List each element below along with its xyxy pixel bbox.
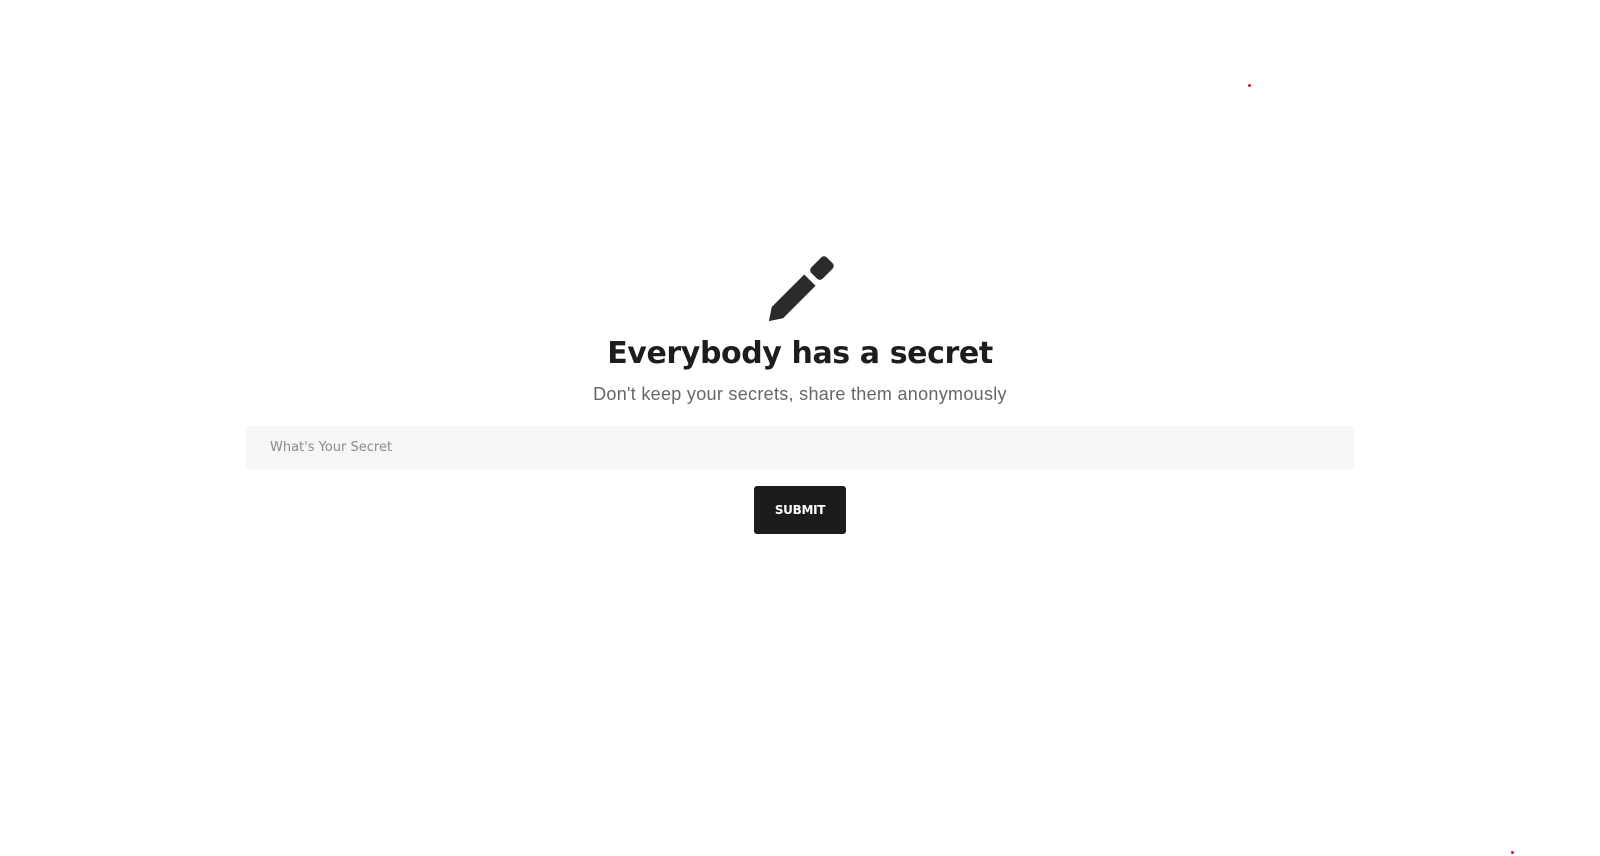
page-subtitle: Don't keep your secrets, share them anon… <box>593 384 1007 404</box>
submit-button[interactable]: SUBMIT <box>754 486 846 534</box>
pencil-icon <box>768 256 834 322</box>
accent-dot <box>1248 84 1251 87</box>
secret-input[interactable] <box>246 426 1354 469</box>
hero-section: Everybody has a secret Don't keep your s… <box>0 246 1600 406</box>
pencil-body <box>768 274 816 322</box>
accent-dot <box>1511 851 1514 854</box>
pencil-eraser <box>810 256 834 280</box>
secret-page: Everybody has a secret Don't keep your s… <box>0 0 1600 856</box>
page-title: Everybody has a secret <box>607 336 993 371</box>
